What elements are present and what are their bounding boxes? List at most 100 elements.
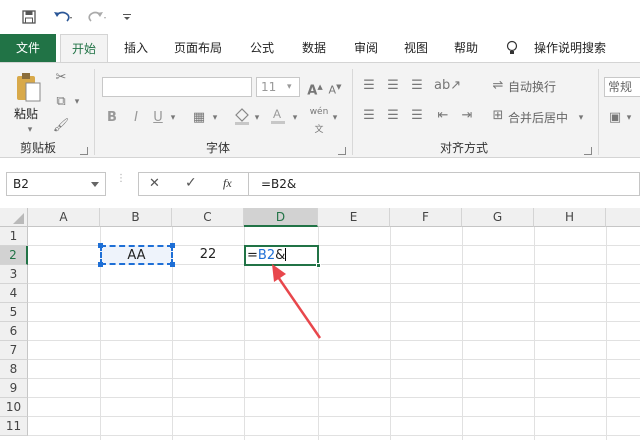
- enter-icon[interactable]: ✓: [185, 175, 197, 191]
- align-left-icon[interactable]: ☰: [360, 107, 378, 125]
- font-color-icon[interactable]: A: [268, 105, 288, 131]
- row-header-5[interactable]: 5: [0, 303, 28, 322]
- gridline: [28, 340, 640, 341]
- font-launcher-icon[interactable]: [338, 147, 346, 155]
- phonetic-dropdown-icon[interactable]: ▾: [330, 109, 340, 127]
- cut-icon[interactable]: ✂: [52, 69, 70, 87]
- redo-icon[interactable]: [84, 6, 110, 28]
- column-header-b[interactable]: B: [100, 208, 172, 227]
- column-header-h[interactable]: H: [534, 208, 606, 227]
- name-box[interactable]: B2: [6, 172, 106, 196]
- alignment-launcher-icon[interactable]: [584, 147, 592, 155]
- tell-me-search[interactable]: 操作说明搜索: [526, 34, 614, 62]
- save-icon[interactable]: [18, 6, 40, 28]
- fill-color-icon[interactable]: [232, 107, 252, 131]
- paste-dropdown-icon[interactable]: ▾: [24, 121, 36, 139]
- currency-dropdown-icon[interactable]: ▾: [624, 109, 634, 127]
- tab-data[interactable]: 数据: [292, 34, 336, 62]
- row-header-11[interactable]: 11: [0, 417, 28, 436]
- align-bottom-icon[interactable]: ☰: [408, 77, 426, 95]
- alignment-group-label: 对齐方式: [440, 141, 489, 155]
- copy-icon[interactable]: ⧉: [52, 93, 70, 111]
- name-box-dropdown-icon[interactable]: [91, 182, 99, 187]
- underline-dropdown-icon[interactable]: ▾: [168, 109, 178, 127]
- wrap-text-button[interactable]: 自动换行: [508, 78, 556, 96]
- ref-handle[interactable]: [98, 243, 103, 248]
- font-size-value: 11: [261, 80, 277, 94]
- undo-icon[interactable]: [50, 6, 76, 28]
- increase-font-icon[interactable]: A▲: [306, 78, 324, 100]
- row-header-6[interactable]: 6: [0, 322, 28, 341]
- insert-function-icon[interactable]: fx: [223, 176, 232, 191]
- align-center-icon[interactable]: ☰: [384, 107, 402, 125]
- wrap-text-icon[interactable]: ⇌: [490, 77, 506, 95]
- decrease-font-icon[interactable]: A▼: [326, 78, 344, 100]
- phonetic-guide-icon[interactable]: wén 文: [308, 103, 330, 139]
- column-header-g[interactable]: G: [462, 208, 534, 227]
- customize-icon[interactable]: [118, 6, 136, 28]
- column-header-partial[interactable]: [606, 208, 640, 227]
- font-size-field[interactable]: 11 ▾: [256, 77, 300, 97]
- copy-dropdown-icon[interactable]: ▾: [72, 93, 82, 111]
- lightbulb-icon[interactable]: [502, 34, 522, 62]
- row-header-1[interactable]: 1: [0, 227, 28, 246]
- cell-b2[interactable]: AA: [98, 243, 175, 267]
- merge-center-button[interactable]: 合并后居中: [508, 109, 568, 127]
- row-header-3[interactable]: 3: [0, 265, 28, 284]
- merge-dropdown-icon[interactable]: ▾: [576, 109, 586, 127]
- number-format-field[interactable]: 常规: [604, 77, 640, 97]
- paste-icon[interactable]: [14, 71, 44, 105]
- tab-home[interactable]: 开始: [60, 34, 108, 63]
- row-header-9[interactable]: 9: [0, 379, 28, 398]
- underline-button[interactable]: U: [150, 109, 166, 127]
- tab-review[interactable]: 审阅: [344, 34, 388, 62]
- select-all-corner[interactable]: [0, 208, 28, 227]
- row-header-4[interactable]: 4: [0, 284, 28, 303]
- increase-indent-icon[interactable]: ⇥: [458, 107, 476, 125]
- formula-text: =B2&: [261, 177, 297, 191]
- format-painter-icon[interactable]: 🖌: [52, 117, 70, 135]
- divider: [352, 69, 353, 155]
- row-header-8[interactable]: 8: [0, 360, 28, 379]
- column-header-c[interactable]: C: [172, 208, 244, 227]
- fill-color-dropdown-icon[interactable]: ▾: [252, 109, 262, 127]
- tab-view[interactable]: 视图: [394, 34, 438, 62]
- quick-access-toolbar: [0, 0, 640, 34]
- column-header-f[interactable]: F: [390, 208, 462, 227]
- currency-icon[interactable]: ▣: [606, 109, 624, 127]
- formula-input[interactable]: =B2&: [248, 172, 640, 196]
- decrease-indent-icon[interactable]: ⇤: [434, 107, 452, 125]
- italic-button[interactable]: I: [128, 109, 144, 127]
- bold-button[interactable]: B: [104, 109, 120, 127]
- font-size-dropdown-icon: ▾: [287, 82, 292, 92]
- tab-file[interactable]: 文件: [0, 34, 56, 62]
- font-color-dropdown-icon[interactable]: ▾: [290, 109, 300, 127]
- border-icon[interactable]: ▦: [190, 109, 208, 127]
- spreadsheet-grid[interactable]: A B C D E F G H 1 2 3 4 5 6 7 8 9 10 11 …: [0, 208, 640, 440]
- cancel-icon[interactable]: ✕: [149, 176, 160, 191]
- row-header-2[interactable]: 2: [0, 246, 28, 265]
- column-header-a[interactable]: A: [28, 208, 100, 227]
- gridline: [28, 302, 640, 303]
- row-header-7[interactable]: 7: [0, 341, 28, 360]
- merge-center-icon[interactable]: ⊞: [490, 107, 506, 125]
- border-dropdown-icon[interactable]: ▾: [210, 109, 220, 127]
- tab-insert[interactable]: 插入: [114, 34, 158, 62]
- tab-formulas[interactable]: 公式: [240, 34, 284, 62]
- row-header-10[interactable]: 10: [0, 398, 28, 417]
- align-right-icon[interactable]: ☰: [408, 107, 426, 125]
- cell-b2-value: AA: [127, 248, 146, 263]
- clipboard-launcher-icon[interactable]: [80, 147, 88, 155]
- tab-page-layout[interactable]: 页面布局: [166, 34, 230, 62]
- cell-c2[interactable]: 22: [172, 245, 244, 265]
- gridline: [390, 227, 391, 440]
- tab-help[interactable]: 帮助: [444, 34, 488, 62]
- column-header-e[interactable]: E: [318, 208, 390, 227]
- font-name-field[interactable]: [102, 77, 252, 97]
- align-top-icon[interactable]: ☰: [360, 77, 378, 95]
- align-middle-icon[interactable]: ☰: [384, 77, 402, 95]
- orientation-icon[interactable]: ab↗: [434, 77, 461, 95]
- resize-handle-icon[interactable]: ⋮: [116, 174, 126, 192]
- ref-handle[interactable]: [98, 262, 103, 267]
- column-header-d[interactable]: D: [244, 208, 318, 227]
